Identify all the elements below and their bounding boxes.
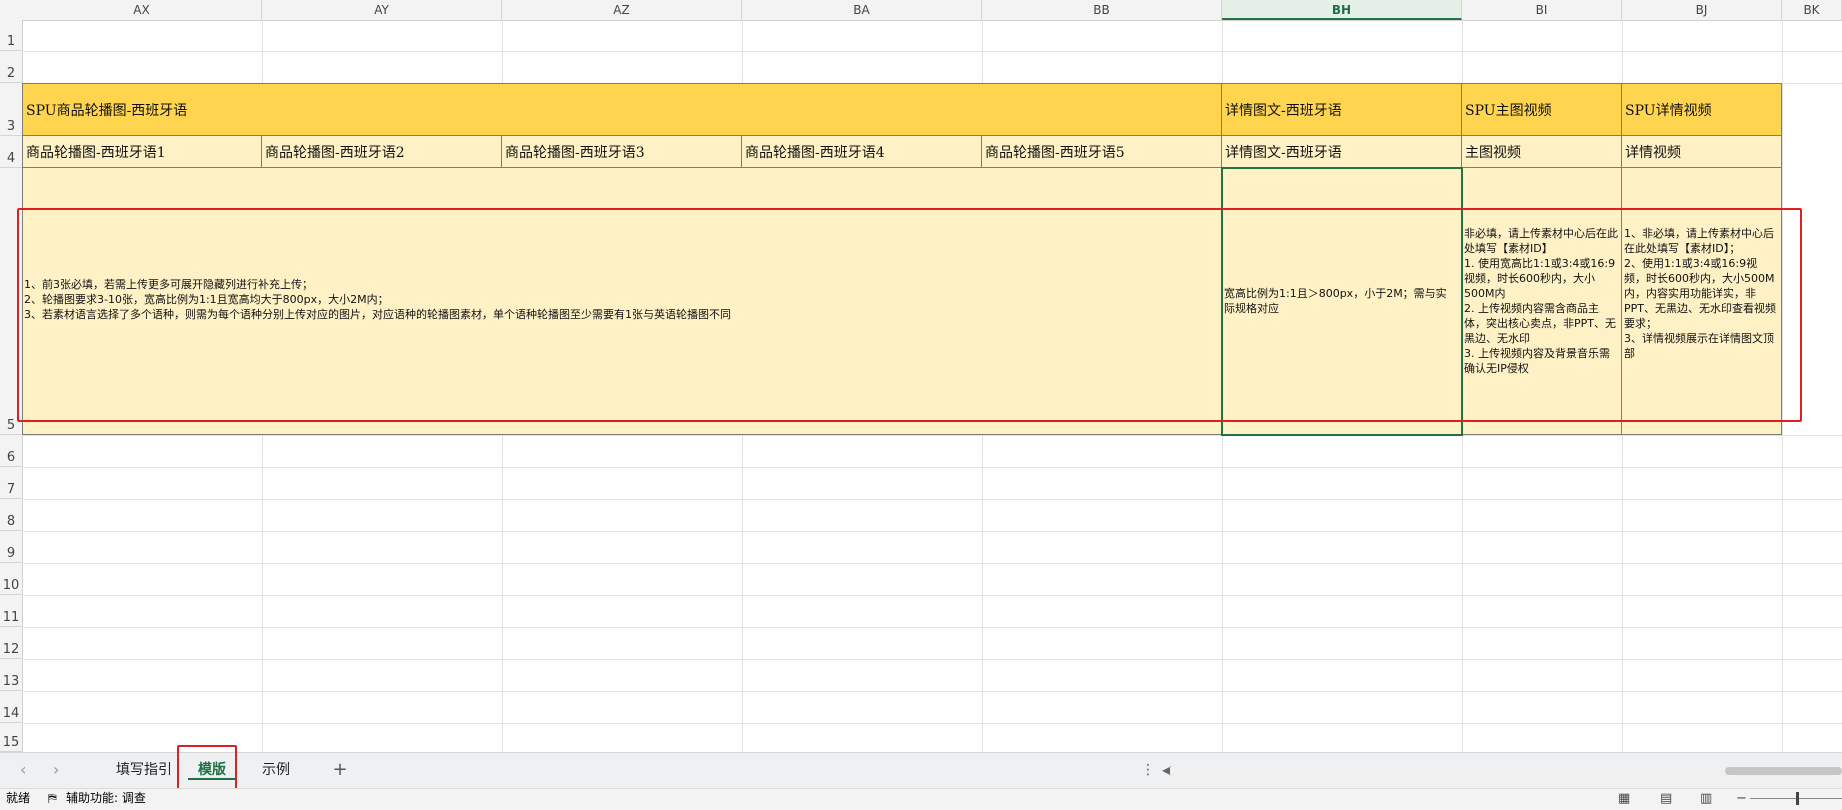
cell-carousel-4[interactable]: 商品轮播图-西班牙语4 xyxy=(742,136,982,168)
cell-text: 商品轮播图-西班牙语2 xyxy=(265,144,405,161)
prev-sheet-icon[interactable]: ‹ xyxy=(20,752,26,788)
cell-text: 商品轮播图-西班牙语1 xyxy=(26,144,166,161)
row-header[interactable]: 13 xyxy=(0,659,22,691)
row-header[interactable]: 15 xyxy=(0,723,22,752)
horizontal-scrollbar-thumb[interactable] xyxy=(1725,767,1842,775)
gridline xyxy=(22,467,1842,468)
gridline xyxy=(22,659,1842,660)
column-header-bb[interactable]: BB xyxy=(982,0,1222,20)
cell-detail-video[interactable]: 详情视频 xyxy=(1622,136,1782,168)
status-bar xyxy=(0,788,1842,810)
column-header-ax[interactable]: AX xyxy=(22,0,262,20)
row-header[interactable]: 6 xyxy=(0,435,22,467)
accessibility-icon[interactable]: ⛿ xyxy=(48,788,57,809)
cell-spu-detail-video-header[interactable]: SPU详情视频 xyxy=(1622,83,1782,136)
gridline xyxy=(22,435,1842,436)
cell-text: SPU详情视频 xyxy=(1625,102,1712,119)
cell-main-video[interactable]: 主图视频 xyxy=(1462,136,1622,168)
row-header[interactable]: 3 xyxy=(0,83,22,136)
cell-carousel-3[interactable]: 商品轮播图-西班牙语3 xyxy=(502,136,742,168)
gridline xyxy=(22,627,1842,628)
row-header[interactable]: 12 xyxy=(0,627,22,659)
gridline xyxy=(22,51,1842,52)
cell-carousel-2[interactable]: 商品轮播图-西班牙语2 xyxy=(262,136,502,168)
tab-example[interactable]: 示例 xyxy=(244,752,308,788)
cell-text: 商品轮播图-西班牙语4 xyxy=(745,144,885,161)
cell-spu-main-video-header[interactable]: SPU主图视频 xyxy=(1462,83,1622,136)
more-options-icon[interactable]: ⋮ xyxy=(1140,752,1156,788)
row-header[interactable]: 7 xyxy=(0,467,22,499)
cell-text: 详情图文-西班牙语 xyxy=(1225,144,1342,161)
gridline xyxy=(22,595,1842,596)
row-header[interactable]: 14 xyxy=(0,691,22,723)
cell-carousel-1[interactable]: 商品轮播图-西班牙语1 xyxy=(22,136,262,168)
tab-highlight-box xyxy=(177,745,237,792)
gridline xyxy=(22,691,1842,692)
cell-text: SPU商品轮播图-西班牙语 xyxy=(26,102,188,119)
page-layout-view-icon[interactable]: ▤ xyxy=(1660,788,1672,809)
page-break-view-icon[interactable]: ▥ xyxy=(1700,788,1712,809)
row-header[interactable]: 8 xyxy=(0,499,22,531)
cell-detail-image-text[interactable]: 详情图文-西班牙语 xyxy=(1222,136,1462,168)
cell-text: 主图视频 xyxy=(1465,144,1521,161)
cell-text: 商品轮播图-西班牙语3 xyxy=(505,144,645,161)
cell-spu-carousel-header[interactable]: SPU商品轮播图-西班牙语 xyxy=(22,83,1222,136)
cell-carousel-5[interactable]: 商品轮播图-西班牙语5 xyxy=(982,136,1222,168)
cell-text: 详情视频 xyxy=(1625,144,1681,161)
row-header[interactable]: 4 xyxy=(0,136,22,168)
row5-highlight-box xyxy=(17,208,1802,422)
gridline xyxy=(22,563,1842,564)
column-header-bh[interactable]: BH xyxy=(1222,0,1462,20)
zoom-slider-handle[interactable] xyxy=(1796,792,1799,805)
column-header-az[interactable]: AZ xyxy=(502,0,742,20)
row-header[interactable]: 2 xyxy=(0,51,22,83)
status-ready: 就绪 xyxy=(6,791,31,805)
next-sheet-icon[interactable]: › xyxy=(53,752,59,788)
gridline xyxy=(22,499,1842,500)
column-header-bj[interactable]: BJ xyxy=(1622,0,1782,20)
column-header-bi[interactable]: BI xyxy=(1462,0,1622,20)
cell-text: 详情图文-西班牙语 xyxy=(1225,102,1342,119)
add-sheet-button[interactable]: + xyxy=(328,752,352,788)
gridline xyxy=(22,723,1842,724)
gridline xyxy=(22,531,1842,532)
column-header-bk[interactable]: BK xyxy=(1782,0,1842,20)
cell-text: 商品轮播图-西班牙语5 xyxy=(985,144,1125,161)
column-header-ay[interactable]: AY xyxy=(262,0,502,20)
row-header[interactable]: 11 xyxy=(0,595,22,627)
status-accessibility[interactable]: 辅助功能: 调查 xyxy=(66,788,146,809)
normal-view-icon[interactable]: ▦ xyxy=(1618,788,1630,809)
row-header[interactable]: 9 xyxy=(0,531,22,563)
cell-text: SPU主图视频 xyxy=(1465,102,1552,119)
tab-fill-guide[interactable]: 填写指引 xyxy=(108,752,180,788)
zoom-out-icon[interactable]: − xyxy=(1736,788,1747,809)
row-header[interactable]: 1 xyxy=(0,20,22,51)
column-header-ba[interactable]: BA xyxy=(742,0,982,20)
row-header[interactable]: 10 xyxy=(0,563,22,595)
cell-detail-image-text-header[interactable]: 详情图文-西班牙语 xyxy=(1222,83,1462,136)
